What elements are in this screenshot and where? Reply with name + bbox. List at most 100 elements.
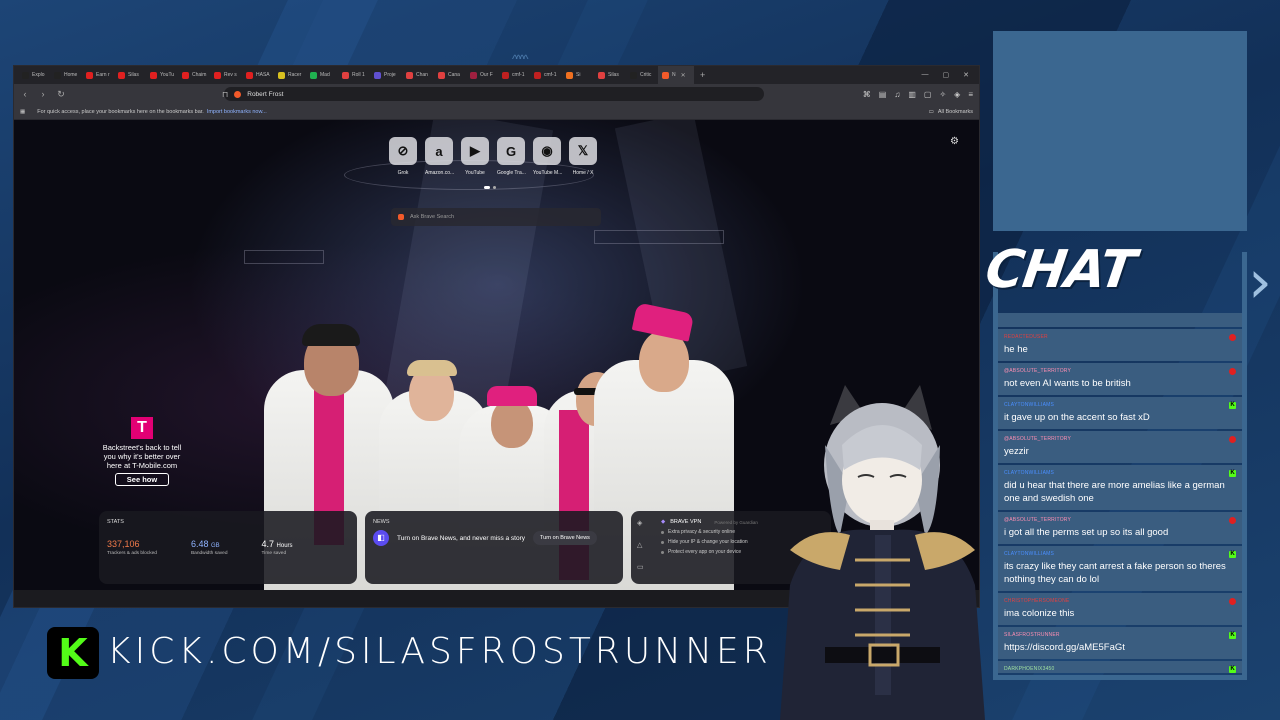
brave-search-box[interactable]: Ask Brave Search: [391, 208, 601, 226]
browser-tab[interactable]: Silas: [114, 66, 146, 84]
search-placeholder: Ask Brave Search: [410, 214, 455, 220]
leo-icon[interactable]: ✧: [939, 90, 946, 99]
music-icon[interactable]: ♫: [894, 90, 900, 99]
news-card: NEWS ◧ Turn on Brave News, and never mis…: [365, 511, 623, 584]
close-icon[interactable]: ✕: [963, 71, 969, 79]
chat-text: he he: [1004, 344, 1028, 355]
site-icon: a: [425, 137, 453, 165]
chat-message: REDACTEDUSER he he: [998, 329, 1242, 361]
tab-label: Silas: [128, 72, 139, 78]
decorative-chevrons: ^^^^: [512, 52, 528, 66]
all-bookmarks-label: All Bookmarks: [937, 108, 973, 115]
sidebar-icon[interactable]: ▥: [908, 90, 916, 99]
vpn-icon[interactable]: ◈: [954, 90, 960, 99]
youtube-badge-icon: [1229, 436, 1236, 443]
time-stat: 4.7 Hours Time saved: [262, 539, 293, 556]
top-site-shortcut[interactable]: ⊘ Grok: [389, 137, 417, 176]
browser-tab[interactable]: Critic: [626, 66, 658, 84]
share-icon[interactable]: ⌘: [863, 90, 871, 99]
tab-label: Mad: [320, 72, 330, 78]
top-site-shortcut[interactable]: 𝕏 Home / X: [569, 137, 597, 176]
site-icon: ◉: [533, 137, 561, 165]
browser-tab[interactable]: Cana: [434, 66, 466, 84]
chat-username: CHRISTOPHERSOMEONE: [1004, 598, 1070, 604]
new-tab-button[interactable]: +: [694, 70, 711, 80]
browser-tab[interactable]: Our F: [466, 66, 498, 84]
top-site-shortcut[interactable]: ◉ YouTube M...: [533, 137, 562, 176]
window-controls: — ▢ ✕: [922, 71, 980, 79]
turn-on-news-button[interactable]: Turn on Brave News: [533, 531, 597, 545]
forward-icon[interactable]: ›: [38, 89, 48, 99]
chat-message: CLAYTONWILLIAMS its crazy like they cant …: [998, 546, 1242, 591]
rewards-widget-icon[interactable]: △: [637, 541, 644, 549]
menu-icon[interactable]: ≡: [968, 90, 973, 99]
chat-message: DARKPHOENIX3450KinkyK: [998, 661, 1242, 673]
browser-tab[interactable]: Rev s: [210, 66, 242, 84]
browser-tab[interactable]: Silas: [594, 66, 626, 84]
top-site-shortcut[interactable]: ▶ YouTube: [461, 137, 489, 176]
chat-username: REDACTEDUSER: [1004, 334, 1048, 340]
top-sites-pager[interactable]: [484, 186, 496, 189]
news-title: NEWS: [373, 519, 390, 525]
browser-tab[interactable]: cmf-1: [498, 66, 530, 84]
import-bookmarks-link[interactable]: Import bookmarks now...: [207, 109, 267, 115]
browser-tab[interactable]: Earn r: [82, 66, 114, 84]
tab-label: cmf-1: [544, 72, 557, 78]
all-bookmarks-button[interactable]: ▭ All Bookmarks: [929, 109, 973, 115]
pager-dot[interactable]: [484, 186, 490, 189]
wallet-icon[interactable]: ▢: [924, 90, 932, 99]
tab-label: Silas: [608, 72, 619, 78]
chat-text: it gave up on the accent so fast xD: [1004, 412, 1150, 423]
chat-chevron-icon: ›: [1248, 247, 1272, 317]
top-site-shortcut[interactable]: G Google Tra...: [497, 137, 526, 176]
reader-icon[interactable]: ▤: [879, 90, 887, 99]
browser-tab[interactable]: Racer: [274, 66, 306, 84]
other-widget-icon[interactable]: ▭: [637, 563, 644, 571]
chat-username: @ABSOLUTE_TERRITORY: [1004, 368, 1072, 374]
browser-tab[interactable]: Explo: [18, 66, 50, 84]
see-how-button[interactable]: See how: [115, 473, 169, 486]
tab-label: YouTu: [160, 72, 175, 78]
browser-tab[interactable]: HASA: [242, 66, 274, 84]
browser-tab[interactable]: Chaim: [178, 66, 210, 84]
kick-badge-icon: K: [1229, 470, 1236, 477]
tab-label: Critic: [640, 72, 652, 78]
tab-label: Chan: [416, 72, 428, 78]
youtube-badge-icon: [1229, 517, 1236, 524]
tab-favicon-icon: [598, 71, 605, 79]
browser-tab[interactable]: Roll 1: [338, 66, 370, 84]
vpn-widget-icon[interactable]: ◈: [637, 519, 644, 527]
browser-tab[interactable]: Home: [50, 66, 82, 84]
bookmark-icon[interactable]: ⊓: [222, 90, 228, 99]
browser-tab[interactable]: Si: [562, 66, 594, 84]
chat-username: @ABSOLUTE_TERRITORY: [1004, 517, 1072, 523]
tab-close-icon[interactable]: ✕: [681, 72, 686, 79]
address-text: Robert Frost: [247, 90, 284, 98]
sponsored-image-ad[interactable]: T Backstreet's back to tell you why it's…: [102, 417, 182, 486]
browser-tab[interactable]: cmf-1: [530, 66, 562, 84]
tab-label: Si: [576, 72, 581, 78]
back-icon[interactable]: ‹: [20, 89, 30, 99]
brave-shield-icon[interactable]: [234, 90, 242, 98]
browser-tab[interactable]: YouTu: [146, 66, 178, 84]
pager-dot[interactable]: [493, 186, 496, 189]
browser-tab[interactable]: Chan: [402, 66, 434, 84]
browser-tab[interactable]: N ✕: [658, 66, 694, 84]
browser-tab[interactable]: Mad: [306, 66, 338, 84]
customize-gear-icon[interactable]: ⚙: [950, 136, 959, 147]
top-site-shortcut[interactable]: a Amazon.co...: [425, 137, 454, 176]
reload-icon[interactable]: ↻: [56, 89, 66, 100]
address-bar[interactable]: ⊓ Robert Frost: [222, 87, 764, 101]
minimize-icon[interactable]: —: [922, 71, 929, 79]
maximize-icon[interactable]: ▢: [943, 71, 950, 79]
browser-tab[interactable]: Proje: [370, 66, 402, 84]
chat-text: yezzir: [1004, 446, 1029, 457]
tab-favicon-icon: [118, 71, 125, 79]
youtube-badge-icon: [1229, 368, 1236, 375]
kick-logo-letter: K: [58, 631, 88, 675]
trackers-label: Trackers & ads blocked: [107, 551, 157, 556]
tab-favicon-icon: [310, 71, 317, 79]
chat-message: @ABSOLUTE_TERRITORY yezzir: [998, 431, 1242, 463]
brave-news-icon: ◧: [373, 530, 389, 546]
apps-icon[interactable]: ▦: [20, 109, 25, 115]
